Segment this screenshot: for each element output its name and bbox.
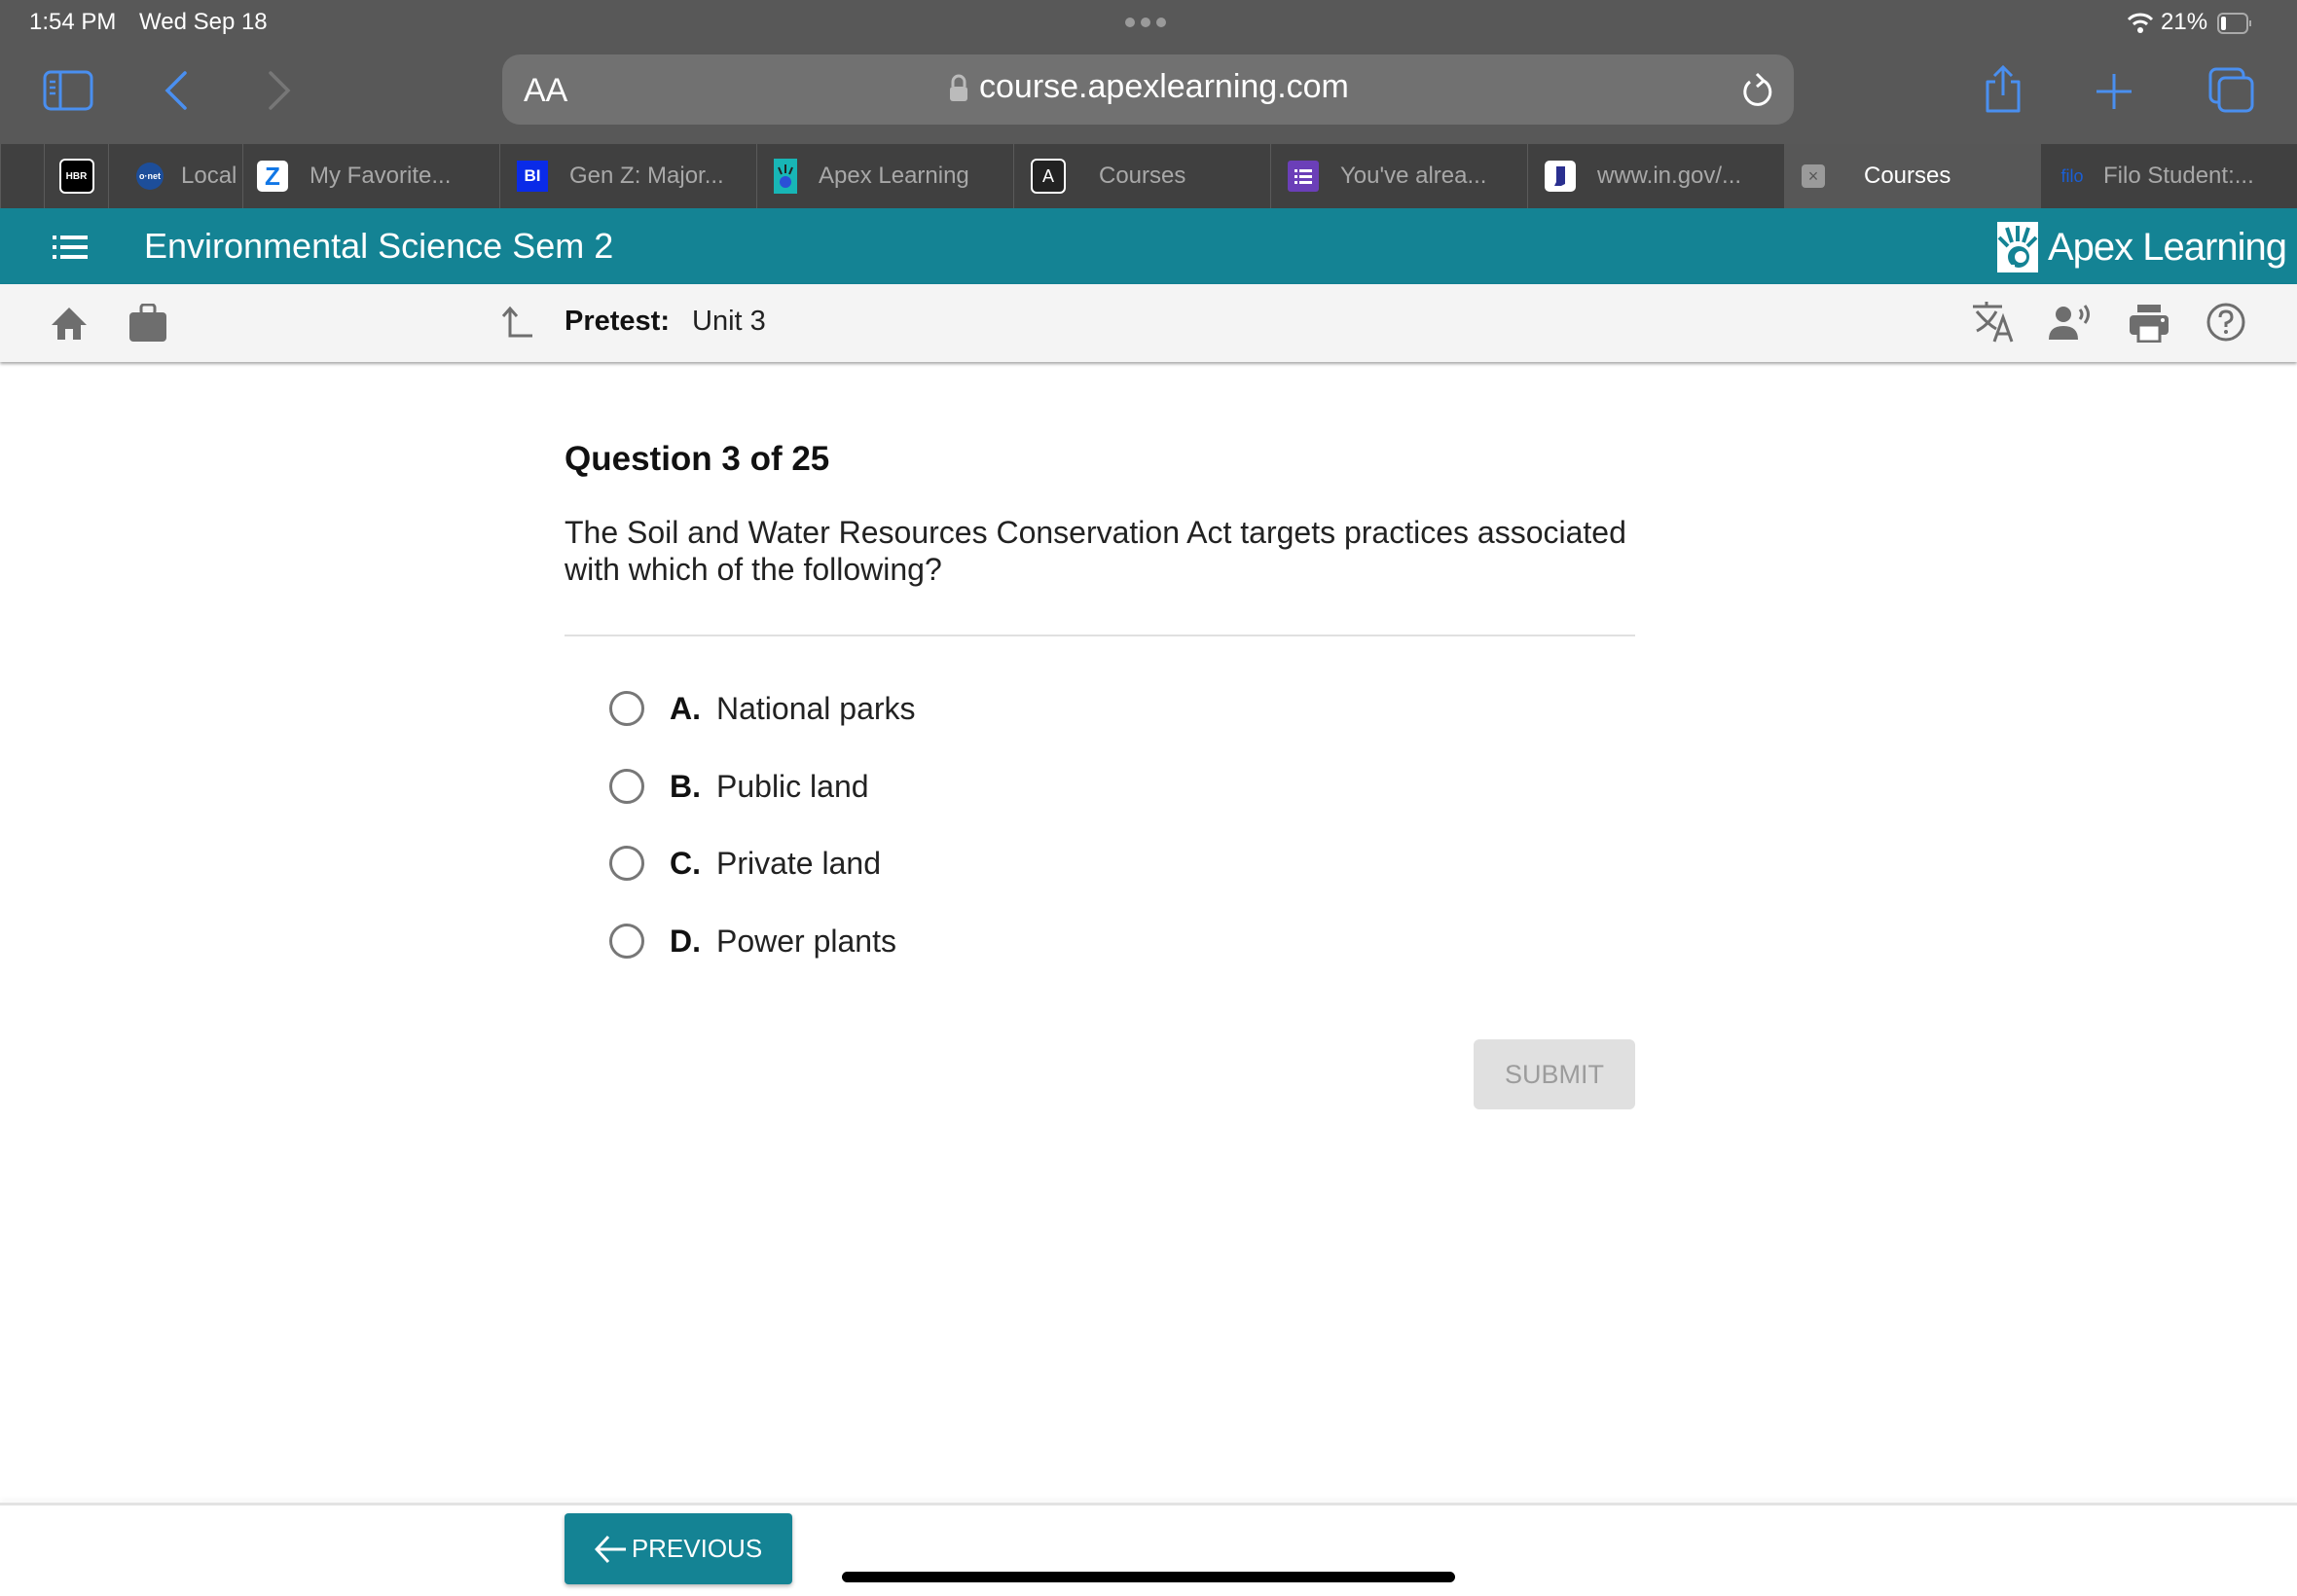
close-tab-icon[interactable]: × (1802, 164, 1825, 188)
activity-type-label: Pretest: (565, 306, 670, 337)
forward-icon[interactable] (267, 70, 292, 111)
question-number: Question 3 of 25 (565, 440, 830, 478)
onet-icon: o·net (136, 163, 164, 190)
tab-gen-z[interactable]: BI Gen Z: Major... (499, 144, 756, 208)
activity-toolbar: Pretest: Unit 3 (0, 284, 2297, 362)
wifi-icon (2127, 13, 2154, 33)
option-text: National parks (716, 690, 916, 726)
help-icon[interactable] (2206, 302, 2246, 343)
tab-courses-active[interactable]: × Courses (1784, 144, 2041, 208)
tab-label: Filo Student:... (2103, 163, 2254, 189)
a-icon: A (1031, 159, 1066, 194)
apex-icon (774, 159, 797, 194)
tab-in-gov[interactable]: www.in.gov/... (1527, 144, 1784, 208)
browser-chrome: 1:54 PM Wed Sep 18 21% AA course.apexlea… (0, 0, 2297, 144)
tab-label: My Favorite... (310, 163, 452, 189)
option-letter: D. (670, 923, 701, 959)
footer-divider (0, 1503, 2297, 1505)
option-letter: C. (670, 845, 701, 881)
option-letter: A. (670, 690, 701, 726)
text-to-speech-icon[interactable] (2049, 304, 2094, 341)
indiana-icon (1545, 161, 1576, 192)
previous-button[interactable]: PREVIOUS (565, 1513, 792, 1584)
multitasking-dots-icon[interactable] (1125, 18, 1166, 27)
up-level-icon[interactable] (500, 306, 533, 339)
submit-button[interactable]: SUBMIT (1474, 1039, 1635, 1109)
question-divider (565, 635, 1635, 636)
radio-button[interactable] (609, 769, 644, 804)
share-icon[interactable] (1982, 64, 2024, 115)
radio-button[interactable] (609, 924, 644, 959)
answer-option-d[interactable]: D. Power plants (609, 917, 896, 965)
battery-icon (2217, 13, 2251, 34)
battery-percent: 21% (2161, 9, 2208, 35)
sidebar-toggle-icon[interactable] (43, 70, 93, 111)
url-text[interactable]: course.apexlearning.com (979, 68, 1349, 106)
apex-logo-icon (1997, 222, 2038, 272)
question-text: The Soil and Water Resources Conservatio… (565, 515, 1626, 587)
previous-label: PREVIOUS (631, 1534, 763, 1563)
tab-my-favorite[interactable]: Z My Favorite... (242, 144, 499, 208)
tab-local[interactable]: o·net Local (108, 144, 242, 208)
radio-button[interactable] (609, 846, 644, 881)
brand-name: Apex Learning (2048, 225, 2287, 269)
option-text: Private land (716, 845, 881, 881)
home-indicator[interactable] (842, 1572, 1455, 1582)
tab-label: You've alrea... (1340, 163, 1487, 189)
option-letter: B. (670, 768, 701, 804)
answer-option-b[interactable]: B. Public land (609, 762, 869, 811)
text-size-label: AA (524, 72, 568, 109)
tab-label: www.in.gov/... (1597, 163, 1742, 189)
reload-icon[interactable] (1740, 71, 1775, 110)
forms-icon (1288, 161, 1319, 192)
radio-button[interactable] (609, 691, 644, 726)
tab-courses[interactable]: A Courses (1013, 144, 1270, 208)
tab-edge (0, 144, 44, 208)
tab-filo[interactable]: filo Filo Student:... (2041, 144, 2297, 208)
tab-apex-learning[interactable]: Apex Learning (756, 144, 1013, 208)
zillow-icon: Z (257, 161, 288, 192)
home-icon[interactable] (51, 306, 88, 341)
bi-icon: BI (517, 161, 548, 192)
activity-name: Unit 3 (692, 306, 766, 337)
tab-hbr[interactable]: HBR (44, 144, 108, 208)
filo-icon: filo (2060, 165, 2084, 186)
tabs-overview-icon[interactable] (2207, 66, 2256, 115)
tab-forms[interactable]: You've alrea... (1270, 144, 1527, 208)
course-title: Environmental Science Sem 2 (144, 226, 614, 266)
option-text: Public land (716, 768, 869, 804)
back-icon[interactable] (164, 70, 189, 111)
tab-label: Apex Learning (819, 163, 969, 189)
answer-option-a[interactable]: A. National parks (609, 684, 916, 733)
new-tab-icon[interactable] (2095, 72, 2133, 111)
briefcase-icon[interactable] (128, 304, 167, 343)
lock-icon (950, 74, 967, 101)
translate-icon[interactable] (1971, 302, 2016, 343)
text-size-button[interactable]: AA (524, 72, 567, 110)
tab-label: Local (181, 163, 237, 189)
arrow-left-icon (594, 1535, 626, 1563)
status-date: Wed Sep 18 (139, 9, 268, 35)
status-time: 1:54 PM (29, 9, 117, 35)
answer-option-c[interactable]: C. Private land (609, 839, 881, 888)
app-header: Environmental Science Sem 2 Apex Learnin… (0, 208, 2297, 284)
print-icon[interactable] (2129, 304, 2169, 343)
hbr-icon: HBR (58, 159, 94, 194)
tab-label: Courses (1099, 163, 1186, 189)
apex-learning-logo: Apex Learning (1997, 222, 2287, 272)
tab-label: Courses (1864, 163, 1951, 189)
tab-bar: HBR o·net Local Z My Favorite... BI Gen … (0, 144, 2297, 208)
menu-list-icon[interactable] (53, 236, 88, 259)
option-text: Power plants (716, 923, 896, 959)
tab-label: Gen Z: Major... (569, 163, 724, 189)
